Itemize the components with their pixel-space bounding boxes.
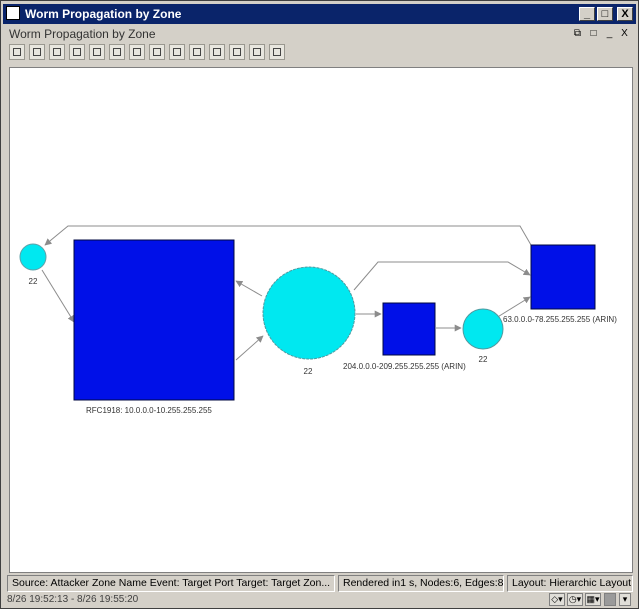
radial-icon[interactable] <box>129 44 145 60</box>
image-icon[interactable] <box>209 44 225 60</box>
zoom-out-icon[interactable] <box>69 44 85 60</box>
label-left-port: 22 <box>29 277 38 286</box>
clock-dropdown-icon[interactable]: ◷▾ <box>567 593 583 606</box>
time-controls: ◇▾ ◷▾ ▦▾ ▾ <box>549 593 633 607</box>
grid-icon[interactable] <box>149 44 165 60</box>
label-arin204-zone: 204.0.0.0-209.255.255.255 (ARIN) <box>343 362 466 371</box>
layout-icon[interactable] <box>89 44 105 60</box>
tree-icon[interactable] <box>109 44 125 60</box>
edge-center-port-to-right-zone <box>353 261 531 291</box>
close-button[interactable]: X <box>617 7 633 21</box>
maximize-button[interactable]: □ <box>597 7 613 21</box>
node-rfc1918-zone[interactable] <box>73 239 235 401</box>
zoom-in-icon[interactable] <box>49 44 65 60</box>
edge-left-port-to-rfc1918 <box>41 269 75 323</box>
inner-maximize-button[interactable]: □ <box>588 29 599 40</box>
label-rfc1918-zone: RFC1918: 10.0.0.0-10.255.255.255 <box>86 406 212 415</box>
export-icon[interactable] <box>189 44 205 60</box>
inner-close-button[interactable]: X <box>619 29 630 40</box>
status-source: Source: Attacker Zone Name Event: Target… <box>7 575 335 592</box>
diamond-dropdown-icon[interactable]: ◇▾ <box>549 593 565 606</box>
node-right-port[interactable] <box>462 308 504 350</box>
label-arin63-zone: 63.0.0.0-78.255.255.255 (ARIN) <box>503 315 617 324</box>
fit-icon[interactable] <box>29 44 45 60</box>
label-right-port: 22 <box>479 355 488 364</box>
app-icon[interactable] <box>6 6 20 20</box>
time-range: 8/26 19:52:13 - 8/26 19:55:20 <box>7 594 139 605</box>
more-dropdown-icon[interactable]: ▾ <box>619 593 631 606</box>
node-arin204-zone[interactable] <box>382 302 436 356</box>
node-center-port[interactable] <box>262 266 356 360</box>
color-swatch[interactable] <box>604 593 616 606</box>
node-arin63-zone[interactable] <box>530 244 596 310</box>
label-center-port: 22 <box>304 367 313 376</box>
edge-rfc1918-to-center-port <box>235 335 264 361</box>
app-window: Worm Propagation by Zone _ □ X Worm Prop… <box>0 0 639 609</box>
minimize-button[interactable]: _ <box>579 7 595 21</box>
status-layout: Layout: Hierarchic Layout <box>507 575 633 592</box>
graph-svg: 22 RFC1918: 10.0.0.0-10.255.255.255 22 2… <box>19 225 617 415</box>
status-rendered: Rendered in1 s, Nodes:6, Edges:8 <box>338 575 504 592</box>
title-bar[interactable]: Worm Propagation by Zone _ □ X <box>3 4 636 24</box>
edge-center-port-to-rfc1918 <box>235 280 263 297</box>
inner-restore-button[interactable]: ⧉ <box>572 29 583 40</box>
node-left-port[interactable] <box>19 243 47 271</box>
status-bar: Source: Attacker Zone Name Event: Target… <box>7 575 633 592</box>
hierarchy-icon[interactable] <box>169 44 185 60</box>
inner-frame-title: Worm Propagation by Zone <box>9 27 156 41</box>
stop-icon[interactable] <box>249 44 265 60</box>
grid-dropdown-icon[interactable]: ▦▾ <box>585 593 601 606</box>
inner-minimize-button[interactable]: _ <box>604 29 615 40</box>
window-title: Worm Propagation by Zone <box>25 7 182 21</box>
split-icon[interactable] <box>9 44 25 60</box>
graph-canvas[interactable]: 22 RFC1918: 10.0.0.0-10.255.255.255 22 2… <box>9 67 633 573</box>
help-icon[interactable] <box>269 44 285 60</box>
print-icon[interactable] <box>229 44 245 60</box>
